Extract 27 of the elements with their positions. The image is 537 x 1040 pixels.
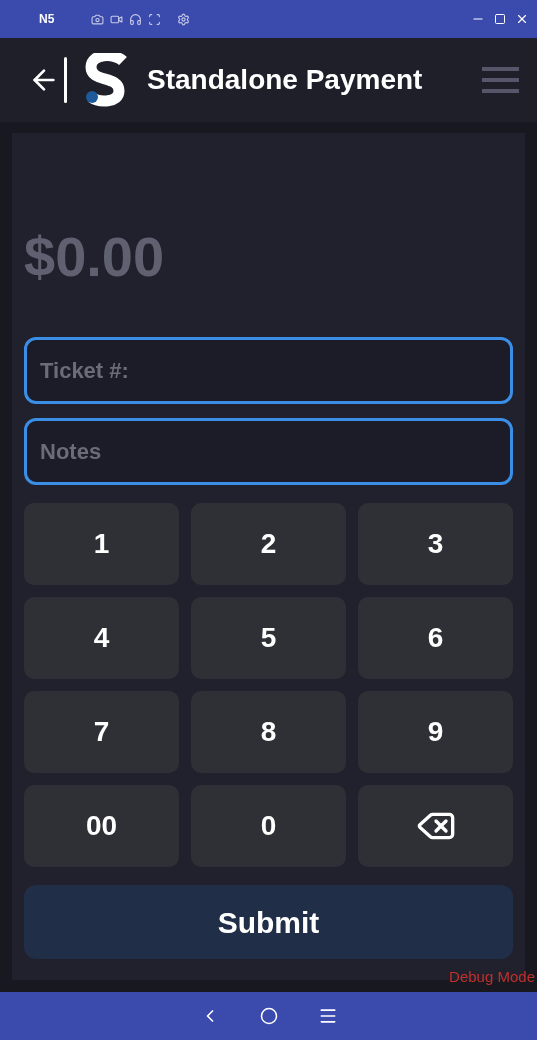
keypad-key[interactable]: 5 (191, 597, 346, 679)
backspace-button[interactable] (358, 785, 513, 867)
keypad-key[interactable]: 7 (24, 691, 179, 773)
keypad-key[interactable]: 6 (358, 597, 513, 679)
keypad-key[interactable]: 3 (358, 503, 513, 585)
fullscreen-icon[interactable] (148, 12, 161, 26)
logo-icon (85, 53, 127, 107)
maximize-icon[interactable] (494, 13, 506, 25)
keypad-key[interactable]: 1 (24, 503, 179, 585)
keypad-key[interactable]: 0 (191, 785, 346, 867)
keypad-key[interactable]: 00 (24, 785, 179, 867)
close-icon[interactable] (515, 12, 529, 26)
amount-display: $0.00 (24, 229, 166, 285)
camera-icon[interactable] (91, 12, 104, 26)
headphones-icon[interactable] (129, 12, 142, 26)
input-field[interactable]: Notes (24, 418, 513, 485)
settings-icon[interactable] (177, 12, 190, 26)
keypad-key[interactable]: 2 (191, 503, 346, 585)
device-name: N5 (39, 11, 56, 28)
debug-label: Debug Mode (449, 966, 535, 987)
page-title: Standalone Payment (147, 63, 423, 97)
keypad-key[interactable]: 8 (191, 691, 346, 773)
home-icon[interactable] (259, 1007, 278, 1025)
input-field[interactable]: Ticket #: (24, 337, 513, 404)
keypad-key[interactable]: 9 (358, 691, 513, 773)
keypad-key[interactable]: 4 (24, 597, 179, 679)
submit-button[interactable]: Submit (24, 885, 513, 959)
